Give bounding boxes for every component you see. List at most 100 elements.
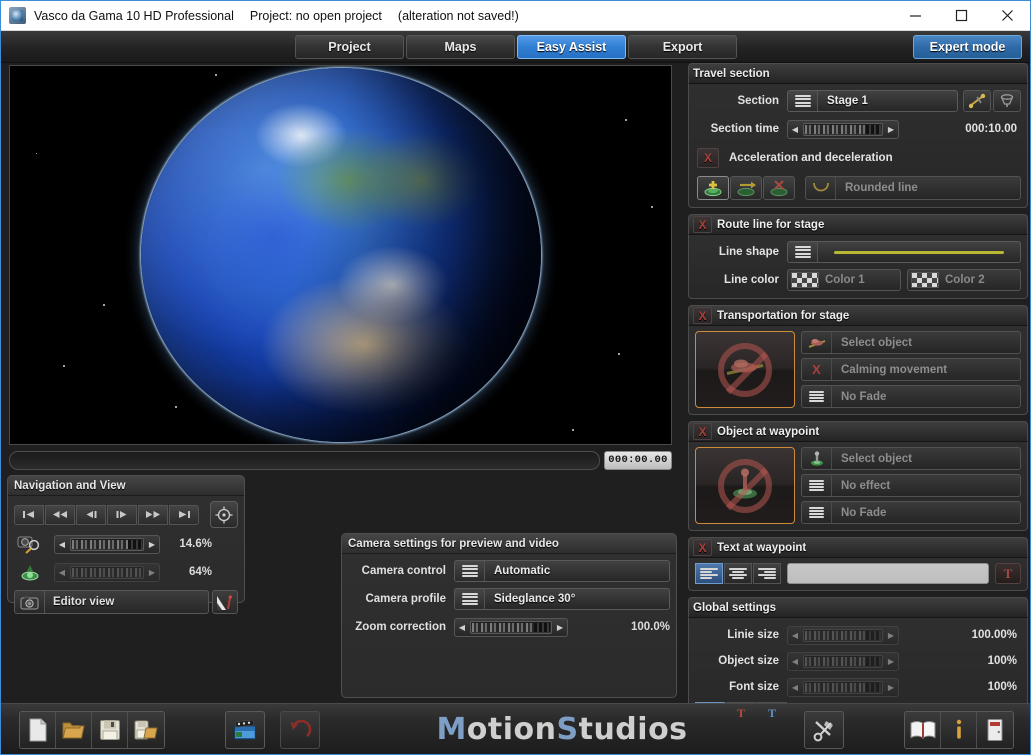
section-time-value: 000:10.00 [965, 123, 1017, 135]
object-slider-left-arrow[interactable]: ◀ [55, 564, 69, 581]
object-waypoint-toggle-x[interactable]: X [693, 423, 712, 440]
accel-linear-icon[interactable] [730, 176, 762, 200]
acceleration-toggle-x[interactable]: X [697, 148, 719, 168]
globe-preview-viewport[interactable] [9, 65, 672, 445]
center-target-button[interactable] [210, 501, 238, 528]
info-icon[interactable] [941, 711, 977, 748]
text-waypoint-title: Text at waypoint [717, 541, 807, 554]
zoom-correction-value: 100.0% [630, 621, 670, 633]
expert-mode-button[interactable]: Expert mode [913, 34, 1022, 59]
object-size-right-arrow[interactable]: ▶ [884, 653, 898, 670]
font-size-slider[interactable]: ◀ ▶ [787, 677, 899, 697]
object-slider-right-arrow[interactable]: ▶ [145, 564, 159, 581]
object-waypoint-fade-dropdown[interactable]: No Fade [801, 501, 1021, 524]
route-line-title: Route line for stage [717, 218, 825, 231]
transportation-toggle-x[interactable]: X [693, 307, 712, 324]
menu-icon [455, 589, 485, 609]
font-settings-button[interactable]: T [995, 563, 1021, 584]
line-size-left-arrow[interactable]: ◀ [788, 627, 802, 644]
zoom-correction-right-arrow[interactable]: ▶ [553, 619, 567, 636]
go-to-start-button[interactable] [14, 504, 44, 525]
object-waypoint-thumbnail[interactable] [695, 447, 795, 524]
waypoint-text-input[interactable] [787, 563, 989, 584]
route-line-toggle-x[interactable]: X [693, 216, 712, 233]
camera-control-dropdown[interactable]: Automatic [454, 560, 670, 582]
accel-add-icon[interactable] [697, 176, 729, 200]
minimize-icon[interactable] [892, 1, 938, 31]
zoom-slider[interactable]: ◀ ▶ [54, 534, 160, 554]
maximize-icon[interactable] [938, 1, 984, 31]
fast-forward-button[interactable] [138, 504, 168, 525]
file-button-group [19, 710, 165, 749]
zoom-slider-left-arrow[interactable]: ◀ [55, 536, 69, 553]
vehicle-small-icon [802, 332, 832, 353]
line-color-1-button[interactable]: Color 1 [787, 269, 901, 291]
open-folder-icon[interactable] [56, 711, 92, 748]
object-size-left-arrow[interactable]: ◀ [788, 653, 802, 670]
text-waypoint-toggle-x[interactable]: X [693, 539, 712, 556]
tools-button[interactable] [804, 710, 844, 749]
add-waypoint-icon[interactable] [963, 90, 991, 112]
section-time-slider[interactable]: ◀ ▶ [787, 119, 899, 139]
manual-book-icon[interactable] [905, 711, 941, 748]
go-to-end-button[interactable] [169, 504, 199, 525]
line-size-row: Linie size ◀ ▶ 100.00% [695, 622, 1021, 648]
section-time-right-arrow[interactable]: ▶ [884, 121, 898, 138]
text-waypoint-header: X Text at waypoint [688, 537, 1028, 558]
zoom-correction-slider[interactable]: ◀ ▶ [454, 617, 568, 637]
object-waypoint-title: Object at waypoint [717, 425, 820, 438]
section-time-left-arrow[interactable]: ◀ [788, 121, 802, 138]
line-color-label: Line color [724, 274, 779, 286]
line-color-2-button[interactable]: Color 2 [907, 269, 1021, 291]
timeline-scrubber[interactable] [9, 450, 600, 470]
object-size-slider[interactable]: ◀ ▶ [787, 651, 899, 671]
transportation-select-object-button[interactable]: Select object [801, 331, 1021, 354]
object-waypoint-select-button[interactable]: Select object [801, 447, 1021, 470]
exit-door-icon[interactable] [977, 711, 1013, 748]
section-row: Section Stage 1 [695, 89, 1021, 113]
tab-export[interactable]: Export [628, 34, 737, 59]
line-shape-dropdown[interactable] [787, 241, 1021, 263]
save-floppy-icon[interactable] [92, 711, 128, 748]
align-left-icon[interactable] [695, 563, 723, 584]
object-slider[interactable]: ◀ ▶ [54, 562, 160, 582]
step-forward-button[interactable] [107, 504, 137, 525]
font-size-right-arrow[interactable]: ▶ [884, 679, 898, 696]
align-center-icon[interactable] [724, 563, 752, 584]
acceleration-mode-group [697, 176, 795, 200]
line-size-slider[interactable]: ◀ ▶ [787, 625, 899, 645]
camera-profile-dropdown[interactable]: Sideglance 30° [454, 588, 670, 610]
transportation-fade-dropdown[interactable]: No Fade [801, 385, 1021, 408]
rewind-button[interactable] [45, 504, 75, 525]
tab-easy-assist[interactable]: Easy Assist [517, 34, 626, 59]
media-clip-button[interactable] [225, 710, 265, 749]
tab-project[interactable]: Project [295, 34, 404, 59]
no-object-icon [718, 342, 772, 397]
object-waypoint-effect-dropdown[interactable]: No effect [801, 474, 1021, 497]
line-size-label: Linie size [727, 629, 779, 641]
line-size-right-arrow[interactable]: ▶ [884, 627, 898, 644]
gradient-preview-button[interactable] [212, 590, 238, 614]
section-dropdown[interactable]: Stage 1 [787, 90, 958, 112]
section-time-label: Section time [710, 123, 779, 135]
right-column: Travel section Section Stage 1 Section t… [686, 63, 1030, 739]
step-back-button[interactable] [76, 504, 106, 525]
rounded-line-label: Rounded line [845, 182, 918, 194]
delete-waypoint-icon[interactable] [993, 90, 1021, 112]
undo-button[interactable] [280, 710, 320, 749]
accel-none-icon[interactable] [763, 176, 795, 200]
tab-maps[interactable]: Maps [406, 34, 515, 59]
rounded-line-button[interactable]: Rounded line [805, 176, 1021, 200]
zoom-slider-right-arrow[interactable]: ▶ [145, 536, 159, 553]
new-document-icon[interactable] [20, 711, 56, 748]
zoom-correction-left-arrow[interactable]: ◀ [455, 619, 469, 636]
save-as-icon[interactable] [128, 711, 164, 748]
close-icon[interactable] [984, 1, 1030, 31]
font-size-left-arrow[interactable]: ◀ [788, 679, 802, 696]
calming-movement-button[interactable]: X Calming movement [801, 358, 1021, 381]
travel-section-panel: Travel section Section Stage 1 Section t… [688, 63, 1028, 208]
editor-view-button[interactable]: Editor view [14, 590, 209, 614]
application-window: Vasco da Gama 10 HD Professional Project… [0, 0, 1031, 755]
align-right-icon[interactable] [753, 563, 781, 584]
transportation-thumbnail[interactable] [695, 331, 795, 408]
